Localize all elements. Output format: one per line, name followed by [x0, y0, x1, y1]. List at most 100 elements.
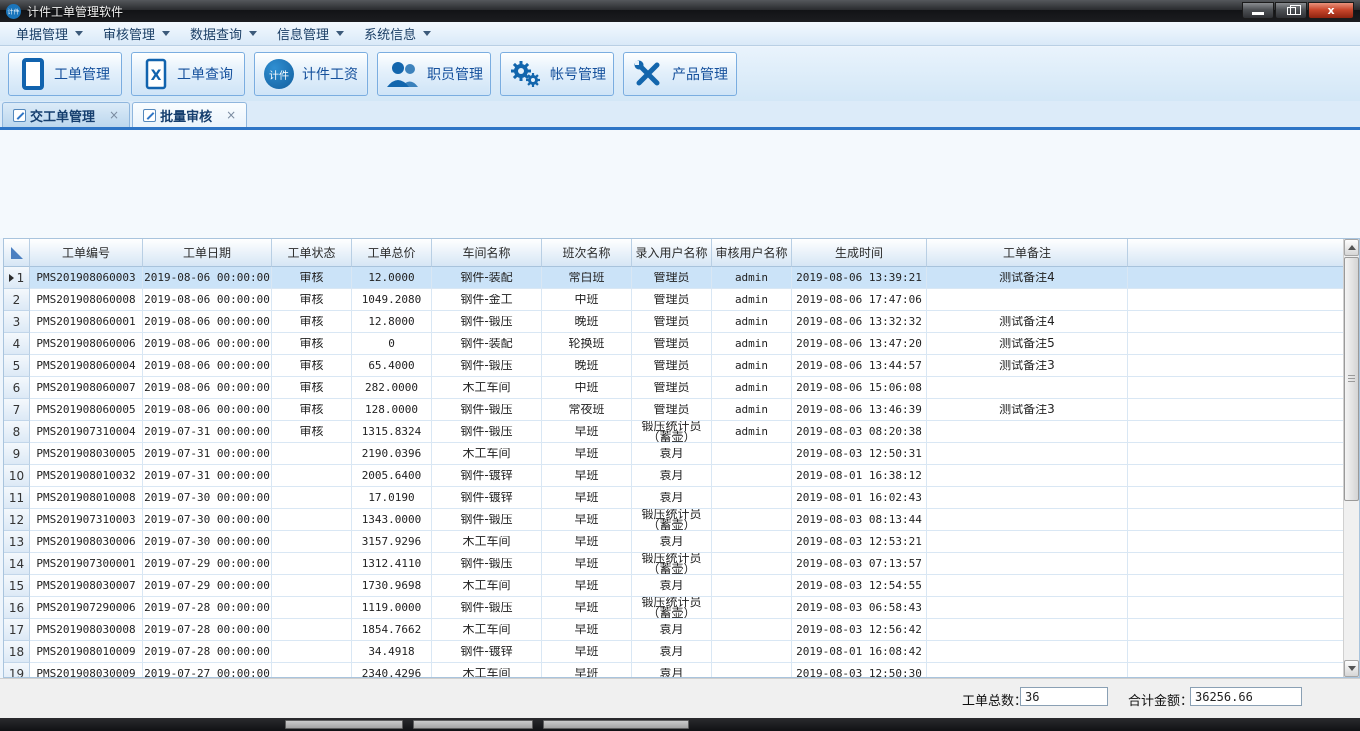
cell-total[interactable]: 1312.4110 [352, 553, 432, 575]
cell-created-at[interactable]: 2019-08-03 12:53:21 [792, 531, 927, 553]
close-button[interactable]: x [1308, 2, 1354, 19]
row-number[interactable]: 18 [4, 641, 30, 663]
cell-creator[interactable]: 锻压统计员（蓄壶） [632, 597, 712, 619]
cell-auditor[interactable]: admin [712, 355, 792, 377]
menu-item-audit[interactable]: 审核管理 [93, 21, 180, 46]
cell-order-date[interactable]: 2019-07-30 00:00:00 [143, 509, 272, 531]
cell-status[interactable] [272, 597, 352, 619]
cell-status[interactable] [272, 575, 352, 597]
maximize-button[interactable] [1275, 2, 1307, 19]
cell-workshop[interactable]: 钢件-锻压 [432, 355, 542, 377]
cell-creator[interactable]: 锻压统计员（蓄壶） [632, 421, 712, 443]
cell-remark[interactable] [927, 641, 1128, 663]
tab-close-icon[interactable]: × [226, 109, 236, 121]
table-row[interactable]: 7PMS2019080600052019-08-06 00:00:00审核128… [4, 399, 1343, 421]
cell-total[interactable]: 2190.0396 [352, 443, 432, 465]
cell-total[interactable]: 2340.4296 [352, 663, 432, 677]
column-header-creator[interactable]: 录入用户名称 [632, 239, 712, 267]
cell-shift[interactable]: 早班 [542, 443, 632, 465]
cell-status[interactable]: 审核 [272, 377, 352, 399]
cell-creator[interactable]: 管理员 [632, 289, 712, 311]
tab-batch-audit[interactable]: 批量审核 × [132, 102, 247, 127]
cell-remark[interactable] [927, 597, 1128, 619]
cell-remark[interactable] [927, 575, 1128, 597]
cell-creator[interactable]: 管理员 [632, 311, 712, 333]
cell-status[interactable] [272, 663, 352, 677]
cell-order-date[interactable]: 2019-08-06 00:00:00 [143, 355, 272, 377]
cell-remark[interactable]: 测试备注3 [927, 399, 1128, 421]
row-number[interactable]: 19 [4, 663, 30, 677]
cell-creator[interactable]: 管理员 [632, 355, 712, 377]
scroll-down-button[interactable] [1344, 660, 1359, 677]
cell-order-no[interactable]: PMS201908030008 [30, 619, 143, 641]
cell-order-date[interactable]: 2019-07-28 00:00:00 [143, 597, 272, 619]
row-number[interactable]: 9 [4, 443, 30, 465]
table-row[interactable]: 9PMS2019080300052019-07-31 00:00:002190.… [4, 443, 1343, 465]
cell-order-date[interactable]: 2019-08-06 00:00:00 [143, 333, 272, 355]
work-order-query-button[interactable]: X 工单查询 [131, 52, 245, 96]
cell-order-date[interactable]: 2019-08-06 00:00:00 [143, 399, 272, 421]
cell-created-at[interactable]: 2019-08-03 12:50:31 [792, 443, 927, 465]
cell-workshop[interactable]: 木工车间 [432, 443, 542, 465]
table-row[interactable]: 10PMS2019080100322019-07-31 00:00:002005… [4, 465, 1343, 487]
cell-auditor[interactable] [712, 509, 792, 531]
cell-created-at[interactable]: 2019-08-06 13:32:32 [792, 311, 927, 333]
cell-status[interactable]: 审核 [272, 355, 352, 377]
cell-workshop[interactable]: 钢件-锻压 [432, 553, 542, 575]
menu-item-data-query[interactable]: 数据查询 [180, 21, 267, 46]
cell-order-no[interactable]: PMS201907310003 [30, 509, 143, 531]
product-manage-button[interactable]: 产品管理 [623, 52, 737, 96]
cell-created-at[interactable]: 2019-08-03 12:50:30 [792, 663, 927, 677]
cell-order-no[interactable]: PMS201908030005 [30, 443, 143, 465]
table-row[interactable]: 1PMS2019080600032019-08-06 00:00:00审核12.… [4, 267, 1343, 289]
cell-creator[interactable]: 袁月 [632, 443, 712, 465]
cell-total[interactable]: 1315.8324 [352, 421, 432, 443]
cell-created-at[interactable]: 2019-08-01 16:38:12 [792, 465, 927, 487]
column-header-order-date[interactable]: 工单日期 [143, 239, 272, 267]
cell-workshop[interactable]: 钢件-锻压 [432, 597, 542, 619]
cell-order-date[interactable]: 2019-07-28 00:00:00 [143, 641, 272, 663]
row-number[interactable]: 14 [4, 553, 30, 575]
row-number[interactable]: 13 [4, 531, 30, 553]
table-row[interactable]: 6PMS2019080600072019-08-06 00:00:00审核282… [4, 377, 1343, 399]
cell-workshop[interactable]: 木工车间 [432, 663, 542, 677]
cell-order-date[interactable]: 2019-07-30 00:00:00 [143, 531, 272, 553]
cell-total[interactable]: 282.0000 [352, 377, 432, 399]
cell-status[interactable] [272, 443, 352, 465]
cell-created-at[interactable]: 2019-08-06 15:06:08 [792, 377, 927, 399]
cell-order-no[interactable]: PMS201908060004 [30, 355, 143, 377]
cell-creator[interactable]: 管理员 [632, 267, 712, 289]
cell-remark[interactable] [927, 619, 1128, 641]
cell-shift[interactable]: 常白班 [542, 267, 632, 289]
cell-remark[interactable]: 测试备注4 [927, 267, 1128, 289]
column-header-workshop[interactable]: 车间名称 [432, 239, 542, 267]
cell-order-no[interactable]: PMS201908060005 [30, 399, 143, 421]
cell-workshop[interactable]: 钢件-锻压 [432, 399, 542, 421]
cell-order-date[interactable]: 2019-07-28 00:00:00 [143, 619, 272, 641]
cell-order-no[interactable]: PMS201908060008 [30, 289, 143, 311]
cell-total[interactable]: 34.4918 [352, 641, 432, 663]
table-row[interactable]: 3PMS2019080600012019-08-06 00:00:00审核12.… [4, 311, 1343, 333]
cell-workshop[interactable]: 钢件-镀锌 [432, 465, 542, 487]
cell-creator[interactable]: 管理员 [632, 333, 712, 355]
cell-auditor[interactable] [712, 619, 792, 641]
cell-auditor[interactable] [712, 663, 792, 677]
cell-created-at[interactable]: 2019-08-03 08:20:38 [792, 421, 927, 443]
cell-status[interactable] [272, 487, 352, 509]
cell-shift[interactable]: 早班 [542, 509, 632, 531]
cell-created-at[interactable]: 2019-08-01 16:02:43 [792, 487, 927, 509]
cell-auditor[interactable]: admin [712, 311, 792, 333]
tab-work-order-delivery[interactable]: 交工单管理 × [2, 102, 130, 127]
cell-creator[interactable]: 袁月 [632, 487, 712, 509]
cell-order-date[interactable]: 2019-07-27 00:00:00 [143, 663, 272, 677]
cell-order-date[interactable]: 2019-07-29 00:00:00 [143, 553, 272, 575]
staff-manage-button[interactable]: 职员管理 [377, 52, 491, 96]
cell-order-date[interactable]: 2019-08-06 00:00:00 [143, 311, 272, 333]
row-number[interactable]: 1 [4, 267, 30, 289]
minimize-button[interactable] [1242, 2, 1274, 19]
cell-auditor[interactable] [712, 597, 792, 619]
cell-creator[interactable]: 袁月 [632, 663, 712, 677]
cell-order-no[interactable]: PMS201907290006 [30, 597, 143, 619]
cell-workshop[interactable]: 钢件-装配 [432, 333, 542, 355]
cell-workshop[interactable]: 木工车间 [432, 377, 542, 399]
